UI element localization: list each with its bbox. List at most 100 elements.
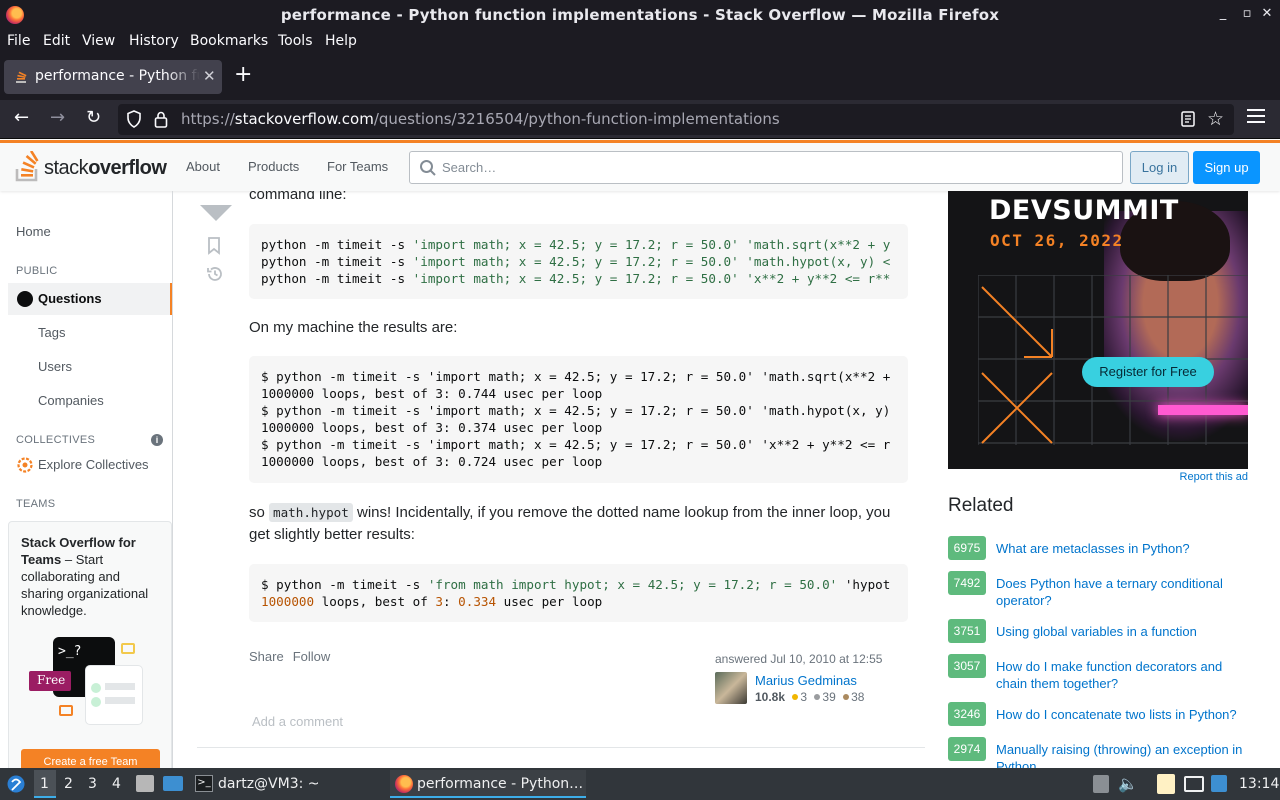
menu-file[interactable]: File	[7, 33, 30, 49]
search-placeholder: Search…	[442, 160, 497, 175]
menu-edit[interactable]: Edit	[43, 33, 70, 49]
bronze-badge-count: 38	[851, 690, 865, 704]
menu-help[interactable]: Help	[325, 33, 357, 49]
file-manager-icon[interactable]	[136, 775, 154, 792]
add-comment-link[interactable]: Add a comment	[252, 714, 343, 729]
menu-tools[interactable]: Tools	[278, 33, 313, 49]
back-arrow-icon[interactable]: ←	[14, 108, 29, 128]
tab-title: performance - Python function implementa…	[35, 68, 200, 84]
search-icon	[420, 160, 436, 176]
search-input[interactable]: Search…	[409, 151, 1123, 184]
new-tab-button[interactable]: +	[234, 64, 252, 86]
bookmark-icon[interactable]	[207, 237, 221, 255]
related-heading: Related	[948, 495, 1014, 516]
nav-for-teams[interactable]: For Teams	[327, 159, 388, 174]
sidebar-item-home[interactable]: Home	[16, 224, 51, 239]
code-block-hypot: $ python -m timeit -s 'from math import …	[249, 564, 908, 622]
taskbar-firefox-label: performance - Python…	[417, 776, 584, 792]
bookmark-star-icon[interactable]: ☆	[1207, 108, 1224, 130]
related-question-link[interactable]: How do I concatenate two lists in Python…	[996, 706, 1248, 723]
sidebar-item-users[interactable]: Users	[38, 359, 72, 374]
app-menu-icon[interactable]	[1247, 109, 1265, 127]
taskbar-firefox-window[interactable]: performance - Python…	[390, 770, 586, 798]
tracking-shield-icon[interactable]	[126, 110, 142, 128]
info-icon[interactable]: i	[151, 434, 163, 446]
lock-icon[interactable]	[154, 110, 168, 128]
sidebar-item-explore-collectives[interactable]: Explore Collectives	[38, 457, 149, 472]
stackoverflow-logo[interactable]: stackoverflow	[14, 151, 167, 183]
related-question-link[interactable]: Does Python have a ternary conditional o…	[996, 575, 1248, 609]
stackoverflow-favicon-icon	[16, 71, 27, 83]
create-team-button[interactable]: Create a free Team	[21, 749, 160, 768]
close-window-button[interactable]: ✕	[1259, 6, 1275, 21]
history-icon[interactable]	[206, 265, 224, 283]
teams-illustration: >_? Free	[27, 637, 147, 733]
updates-icon[interactable]	[1211, 775, 1227, 792]
right-sidebar: DEVSUMMIT OCT 26, 2022 Register for Free…	[930, 191, 1280, 768]
start-menu-icon[interactable]	[6, 774, 26, 794]
teams-promo-card: Stack Overflow for Teams – Start collabo…	[8, 521, 172, 768]
avatar[interactable]	[715, 672, 747, 704]
silver-badge-count: 39	[822, 690, 836, 704]
sidebar-item-tags[interactable]: Tags	[38, 325, 65, 340]
login-button[interactable]: Log in	[1130, 151, 1189, 184]
answered-timestamp: answered Jul 10, 2010 at 12:55	[715, 652, 883, 666]
maximize-button[interactable]: ▫	[1239, 6, 1255, 21]
free-badge: Free	[37, 673, 66, 687]
menu-history[interactable]: History	[129, 33, 179, 49]
firefox-logo-icon	[395, 775, 413, 793]
forward-arrow-icon[interactable]: →	[50, 108, 65, 128]
reload-icon[interactable]: ↻	[86, 108, 101, 128]
report-ad-link[interactable]: Report this ad	[1180, 471, 1248, 483]
answer-count-badge: 3057	[948, 654, 986, 678]
close-tab-icon[interactable]: ✕	[203, 67, 216, 85]
menu-view[interactable]: View	[82, 33, 115, 49]
related-question-link[interactable]: Manually raising (throwing) an exception…	[996, 741, 1248, 768]
ad-title: DEVSUMMIT	[989, 195, 1179, 226]
nav-products[interactable]: Products	[248, 159, 299, 174]
notes-icon[interactable]	[1157, 774, 1175, 794]
signup-button[interactable]: Sign up	[1193, 151, 1260, 184]
post-divider	[197, 747, 925, 748]
answer-count-badge: 3246	[948, 702, 986, 726]
reader-view-icon[interactable]	[1180, 110, 1196, 128]
reputation-score: 10.8k	[755, 690, 786, 704]
tab-active[interactable]: performance - Python function implementa…	[4, 60, 222, 94]
ad-laptop-glow	[1158, 405, 1248, 415]
nav-about[interactable]: About	[186, 159, 220, 174]
gold-badge-icon	[792, 694, 799, 700]
minimize-button[interactable]: _	[1215, 6, 1231, 21]
url-text[interactable]: https://stackoverflow.com/questions/3216…	[181, 110, 780, 128]
workspace-3[interactable]: 3	[88, 776, 97, 792]
network-icon[interactable]	[1184, 776, 1204, 792]
workspace-4[interactable]: 4	[112, 776, 121, 792]
follow-link[interactable]: Follow	[293, 649, 331, 664]
answer-count-badge: 2974	[948, 737, 986, 761]
share-link[interactable]: Share	[249, 649, 284, 664]
sidebar-item-questions[interactable]: Questions	[8, 283, 172, 315]
sidebar-item-companies[interactable]: Companies	[38, 393, 104, 408]
user-signature: answered Jul 10, 2010 at 12:55 Marius Ge…	[715, 652, 895, 704]
user-name-link[interactable]: Marius Gedminas	[755, 673, 857, 688]
volume-icon[interactable]: 🔈	[1118, 774, 1138, 793]
clipboard-icon[interactable]	[1093, 775, 1109, 793]
related-question-link[interactable]: How do I make function decorators and ch…	[996, 658, 1248, 692]
bronze-badge-icon	[843, 694, 850, 700]
related-question-link[interactable]: Using global variables in a function	[996, 623, 1248, 640]
related-question-link[interactable]: What are metaclasses in Python?	[996, 540, 1248, 557]
answer-count-badge: 3751	[948, 619, 986, 643]
globe-icon	[17, 291, 33, 307]
taskbar-terminal-window[interactable]: dartz@VM3: ~	[218, 776, 320, 792]
menu-bookmarks[interactable]: Bookmarks	[190, 33, 268, 49]
ad-register-button[interactable]: Register for Free	[1082, 357, 1214, 387]
paragraph-hypot-wins: so math.hypot wins! Incidentally, if you…	[249, 503, 891, 543]
workspace-1[interactable]: 1	[40, 776, 49, 792]
terminal-prompt-label: >_?	[58, 644, 82, 659]
url-bar[interactable]: https://stackoverflow.com/questions/3216…	[118, 104, 1234, 135]
gold-badge-count: 3	[800, 690, 808, 704]
workspace-2[interactable]: 2	[64, 776, 73, 792]
show-desktop-icon[interactable]	[163, 776, 183, 791]
left-sidebar: Home PUBLIC Questions Tags Users Compani…	[0, 191, 173, 768]
vote-down-icon[interactable]	[200, 205, 232, 221]
advertisement-banner[interactable]: DEVSUMMIT OCT 26, 2022 Register for Free	[948, 191, 1248, 469]
